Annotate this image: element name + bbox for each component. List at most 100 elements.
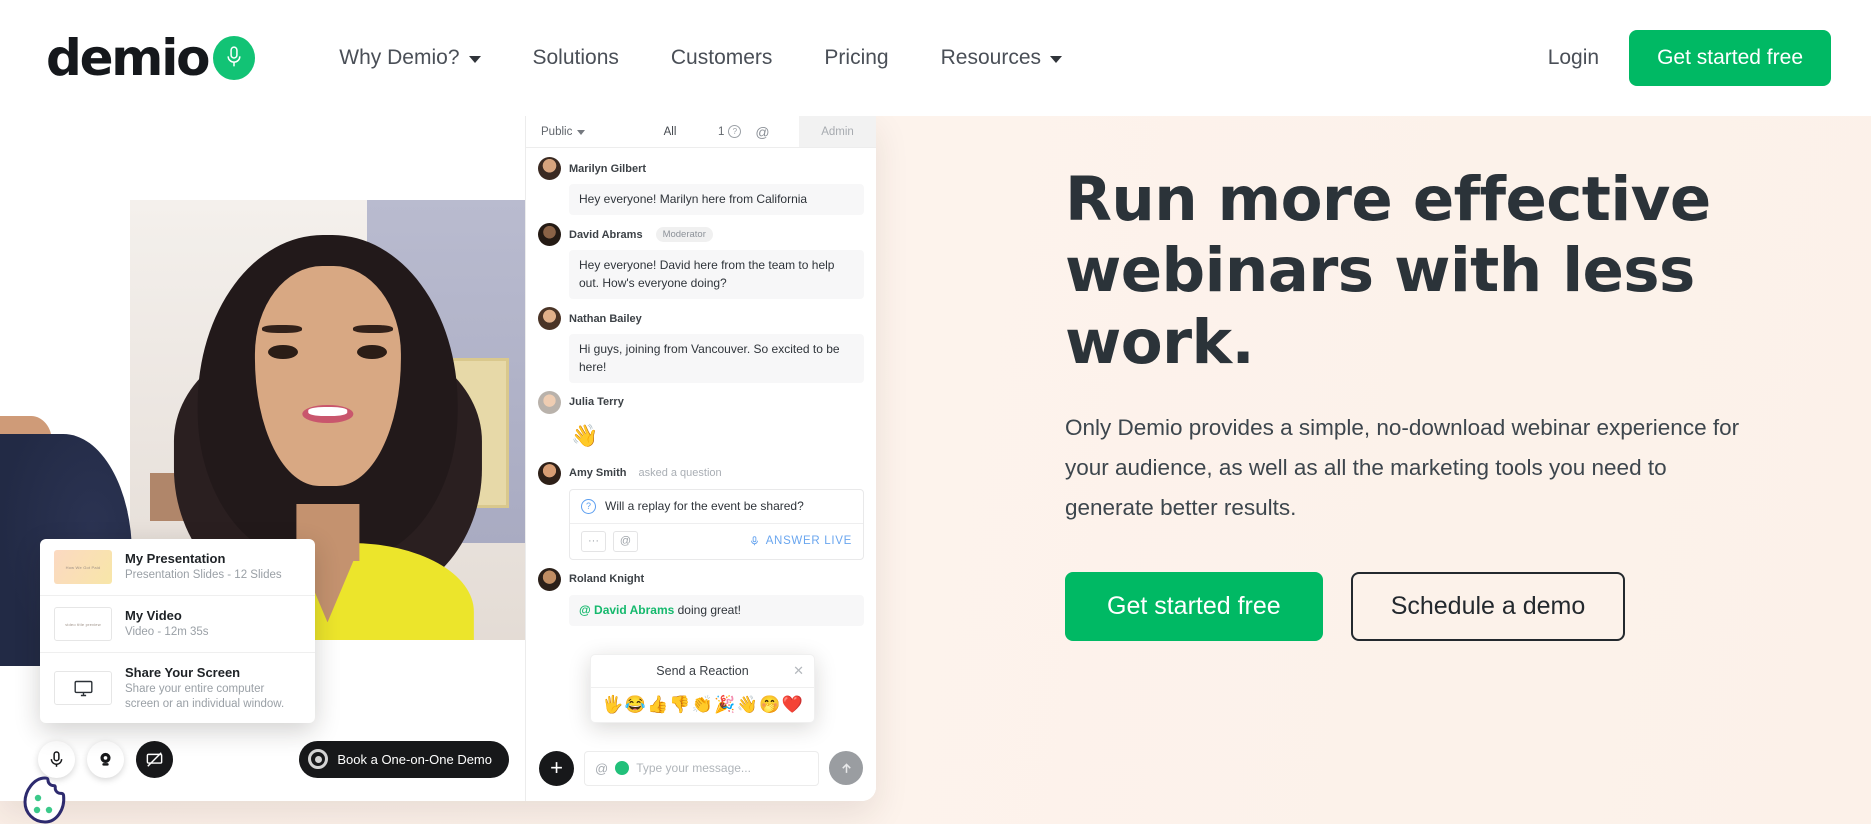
thumb-caption: video title preview bbox=[65, 621, 101, 627]
presenter-brow-left bbox=[262, 325, 302, 334]
more-options-button[interactable]: ··· bbox=[581, 530, 606, 552]
microphone-icon bbox=[213, 36, 256, 80]
chat-message-header: Amy Smith asked a question bbox=[538, 461, 864, 485]
question-text: Will a replay for the event be shared? bbox=[605, 499, 804, 514]
nav-item-solutions[interactable]: Solutions bbox=[507, 0, 645, 116]
nav-item-resources[interactable]: Resources bbox=[915, 0, 1088, 116]
nav-label: Resources bbox=[940, 46, 1042, 69]
chat-author: David Abrams bbox=[569, 228, 643, 241]
tab-all[interactable]: All bbox=[622, 126, 718, 138]
book-demo-button[interactable]: Book a One-on-One Demo bbox=[299, 740, 509, 778]
webinar-toolbar: Book a One-on-One Demo bbox=[0, 717, 525, 801]
logo[interactable]: demio bbox=[46, 0, 256, 116]
hero-section: How We Got Paid My Presentation Presenta… bbox=[0, 116, 1871, 824]
send-message-button[interactable] bbox=[829, 751, 863, 785]
monitor-icon bbox=[54, 671, 112, 706]
cookie-consent-button[interactable] bbox=[17, 774, 73, 824]
share-option-screen[interactable]: Share Your Screen Share your entire comp… bbox=[40, 653, 315, 723]
answer-live-label: ANSWER LIVE bbox=[765, 535, 852, 548]
share-option-title: My Video bbox=[125, 608, 182, 624]
question-count: 1 bbox=[718, 125, 725, 138]
send-reaction-title: Send a Reaction bbox=[656, 664, 749, 678]
at-icon[interactable]: @ bbox=[595, 761, 608, 776]
at-icon[interactable]: @ bbox=[755, 124, 769, 140]
hero-actions: Get started free Schedule a demo bbox=[1065, 572, 1785, 642]
nav-item-why-demio[interactable]: Why Demio? bbox=[313, 0, 506, 116]
chat-message: Roland Knight @ David Abrams doing great… bbox=[538, 567, 864, 627]
chat-message-header: Julia Terry bbox=[538, 390, 864, 414]
header-actions: Login Get started free bbox=[1518, 30, 1871, 86]
webcam-icon[interactable] bbox=[87, 740, 124, 778]
question-card: ? Will a replay for the event be shared?… bbox=[569, 488, 864, 560]
share-option-video[interactable]: video title preview My Video Video - 12m… bbox=[40, 596, 315, 653]
answer-live-button[interactable]: ANSWER LIVE bbox=[749, 534, 852, 548]
tab-questions[interactable]: 1 ? bbox=[718, 125, 742, 138]
nav-item-pricing[interactable]: Pricing bbox=[798, 0, 914, 116]
avatar bbox=[538, 461, 561, 485]
screen-share-off-icon[interactable] bbox=[136, 740, 173, 778]
mention-link[interactable]: @ David Abrams bbox=[579, 603, 674, 617]
reaction-emoji[interactable]: 👍 bbox=[647, 695, 668, 715]
avatar bbox=[538, 567, 561, 591]
chevron-down-icon bbox=[577, 130, 586, 135]
reaction-emoji[interactable]: 🤭 bbox=[759, 695, 780, 715]
send-reaction-header: Send a Reaction ✕ bbox=[591, 655, 814, 688]
nav-label: Why Demio? bbox=[339, 46, 460, 69]
nav-item-customers[interactable]: Customers bbox=[645, 0, 799, 116]
close-icon[interactable]: ✕ bbox=[793, 663, 804, 679]
question-mark-icon: ? bbox=[728, 125, 742, 138]
chat-message-rest: doing great! bbox=[674, 602, 742, 617]
reaction-emoji[interactable]: 👎 bbox=[669, 695, 690, 715]
page-title: Run more effective webinars with less wo… bbox=[1065, 164, 1711, 378]
question-card-body: ? Will a replay for the event be shared? bbox=[570, 490, 863, 524]
reaction-emoji[interactable]: ❤️ bbox=[782, 695, 803, 715]
chat-visibility-selector[interactable]: Public bbox=[526, 126, 622, 138]
tab-admin[interactable]: Admin bbox=[799, 116, 876, 147]
chat-message-header: Marilyn Gilbert bbox=[538, 157, 864, 180]
nav-label: Customers bbox=[670, 46, 773, 69]
share-content-menu: How We Got Paid My Presentation Presenta… bbox=[40, 539, 315, 723]
hero-copy: Run more effective webinars with less wo… bbox=[1065, 164, 1785, 642]
arrow-up-icon bbox=[841, 762, 851, 773]
chat-message-list[interactable]: Marilyn Gilbert Hey everyone! Marilyn he… bbox=[526, 148, 876, 735]
share-option-presentation[interactable]: How We Got Paid My Presentation Presenta… bbox=[40, 539, 315, 596]
avatar bbox=[538, 307, 561, 331]
chat-message: Nathan Bailey Hi guys, joining from Vanc… bbox=[538, 307, 864, 383]
reaction-emoji[interactable]: 😂 bbox=[624, 695, 645, 715]
logo-text: demio bbox=[46, 29, 211, 87]
presenter-teeth bbox=[307, 406, 348, 416]
chat-message: Marilyn Gilbert Hey everyone! Marilyn he… bbox=[538, 157, 864, 216]
chat-tabs: Public All 1 ? @ Admin bbox=[526, 116, 876, 148]
get-started-free-button[interactable]: Get started free bbox=[1065, 572, 1323, 642]
chat-visibility-label: Public bbox=[541, 125, 573, 138]
chat-author: Julia Terry bbox=[569, 396, 624, 409]
chat-author: Amy Smith bbox=[569, 467, 627, 480]
reaction-emoji[interactable]: 🎉 bbox=[714, 695, 735, 715]
reaction-emoji[interactable]: 👋 bbox=[737, 695, 758, 715]
login-link[interactable]: Login bbox=[1518, 46, 1629, 70]
avatar bbox=[538, 157, 561, 180]
chat-input[interactable]: @ Type your message... bbox=[584, 750, 819, 786]
chat-author-suffix: asked a question bbox=[638, 467, 722, 480]
reaction-emoji-row: 🖐️ 😂 👍 👎 👏 🎉 👋 🤭 ❤️ bbox=[591, 688, 814, 722]
nav-label: Solutions bbox=[532, 46, 619, 69]
book-demo-label: Book a One-on-One Demo bbox=[337, 751, 492, 767]
share-option-title: My Presentation bbox=[125, 551, 226, 567]
add-content-button[interactable]: + bbox=[539, 750, 574, 786]
microphone-icon[interactable] bbox=[38, 740, 75, 778]
webinar-app-mock: How We Got Paid My Presentation Presenta… bbox=[0, 116, 876, 801]
emoji-icon[interactable] bbox=[615, 761, 630, 775]
slide-thumbnail: How We Got Paid bbox=[54, 550, 112, 584]
main-navigation: Why Demio? Solutions Customers Pricing R… bbox=[313, 0, 1088, 116]
share-option-subtitle: Share your entire computer screen or an … bbox=[125, 682, 285, 711]
site-header: demio Why Demio? Solutions Customers Pri… bbox=[0, 0, 1871, 116]
schedule-demo-button[interactable]: Schedule a demo bbox=[1350, 572, 1626, 642]
chat-message: Julia Terry 👋 bbox=[538, 390, 864, 454]
reaction-emoji[interactable]: 🖐️ bbox=[602, 695, 623, 715]
chat-author: Nathan Bailey bbox=[569, 312, 642, 325]
reaction-emoji[interactable]: 👏 bbox=[692, 695, 713, 715]
at-icon[interactable]: @ bbox=[613, 530, 638, 552]
question-card-actions: ··· @ ANSWER LIVE bbox=[570, 524, 863, 559]
get-started-free-button-header[interactable]: Get started free bbox=[1629, 30, 1831, 86]
avatar bbox=[538, 223, 561, 247]
